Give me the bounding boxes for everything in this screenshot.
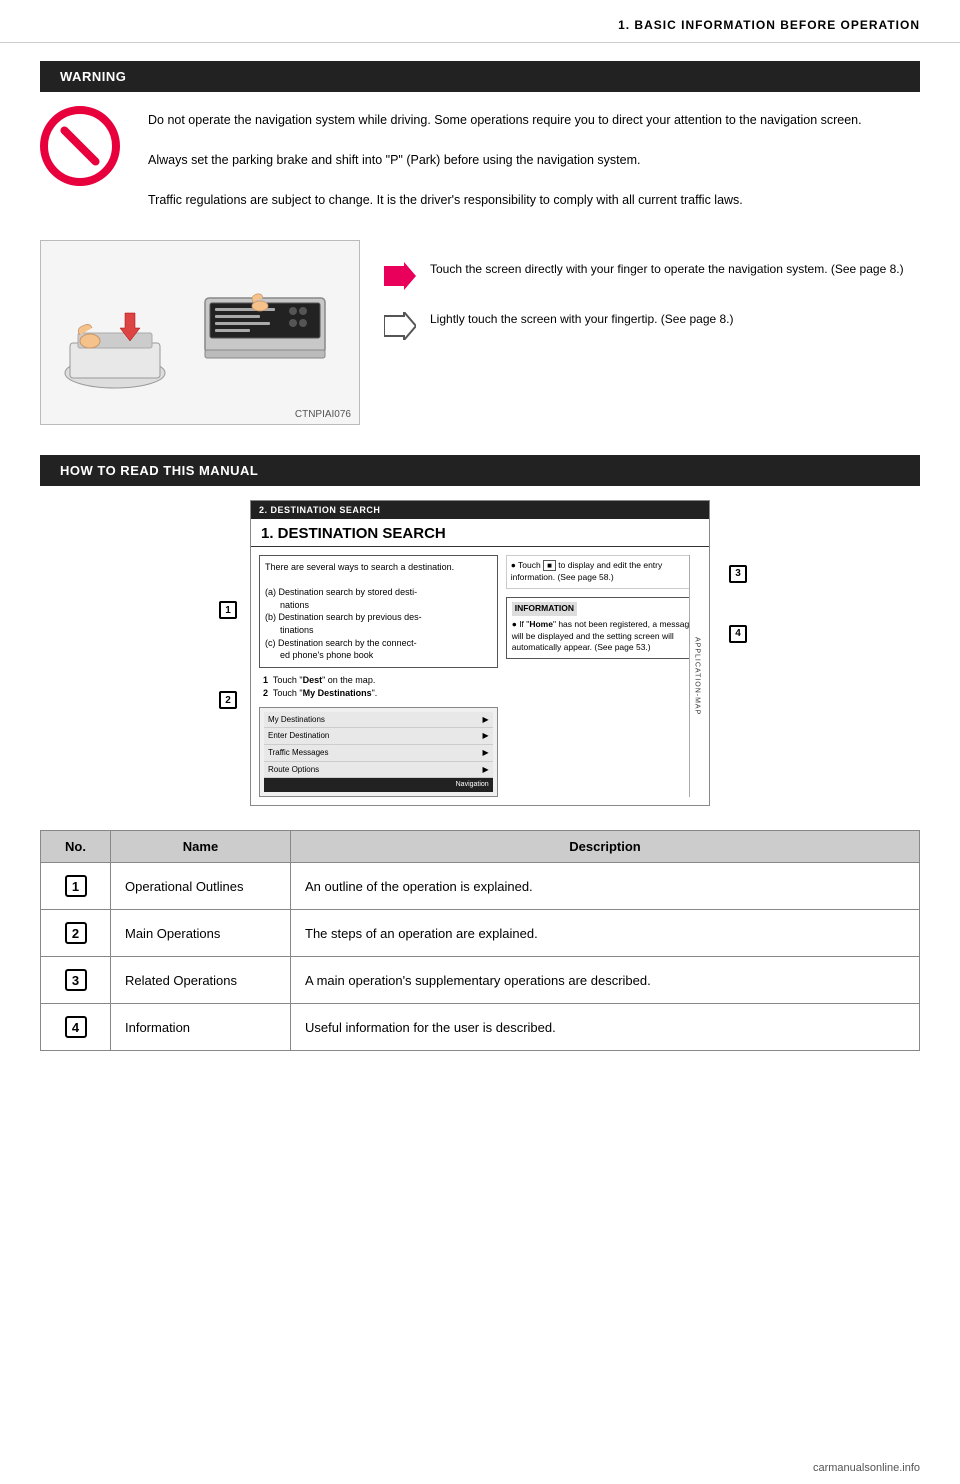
- info-box: INFORMATION ● If "Home" has not been reg…: [506, 597, 701, 660]
- info-box-header: INFORMATION: [512, 602, 577, 616]
- table-cell-name: Operational Outlines: [111, 863, 291, 910]
- nav-footer: Navigation: [264, 778, 493, 792]
- col-description: Description: [291, 831, 920, 863]
- app-map-label: APPLICATION-MAP: [689, 555, 703, 797]
- table-cell-name: Information: [111, 1004, 291, 1051]
- table-cell-no: 3: [41, 957, 111, 1004]
- filled-arrow-icon: [384, 262, 416, 290]
- table-row: 4InformationUseful information for the u…: [41, 1004, 920, 1051]
- warning-text: Do not operate the navigation system whi…: [148, 106, 920, 210]
- table-cell-no: 2: [41, 910, 111, 957]
- table-cell-description: An outline of the operation is explained…: [291, 863, 920, 910]
- table-cell-description: The steps of an operation are explained.: [291, 910, 920, 957]
- operations-table: No. Name Description 1Operational Outlin…: [40, 830, 920, 1051]
- table-area: No. Name Description 1Operational Outlin…: [40, 830, 920, 1051]
- manual-left-col: There are several ways to search a desti…: [259, 555, 498, 797]
- page-title: 1. BASIC INFORMATION BEFORE OPERATION: [618, 18, 920, 32]
- outline-arrow-icon: [384, 312, 416, 340]
- table-row: 2Main OperationsThe steps of an operatio…: [41, 910, 920, 957]
- manual-description-box: There are several ways to search a desti…: [259, 555, 498, 668]
- table-cell-no: 1: [41, 863, 111, 910]
- page-header: 1. BASIC INFORMATION BEFORE OPERATION: [0, 0, 960, 43]
- callout-2: 2: [219, 691, 237, 709]
- page-footer: carmanualsonline.info: [813, 1462, 920, 1474]
- table-row: 3Related OperationsA main operation's su…: [41, 957, 920, 1004]
- no-icon-block: [40, 106, 130, 196]
- callout-4: 4: [729, 625, 747, 643]
- table-cell-description: Useful information for the user is descr…: [291, 1004, 920, 1051]
- arrows-text-area: Touch the screen directly with your fing…: [384, 240, 920, 340]
- nav-item-my-destinations: My Destinations ▶: [264, 712, 493, 729]
- table-row: 1Operational OutlinesAn outline of the o…: [41, 863, 920, 910]
- section1-bar: WARNING: [40, 61, 920, 92]
- manual-page-title: 1. DESTINATION SEARCH: [251, 519, 709, 547]
- first-section: Do not operate the navigation system whi…: [0, 106, 960, 210]
- nav-screenshot: My Destinations ▶ Enter Destination ▶ Tr…: [259, 707, 498, 798]
- table-cell-description: A main operation's supplementary operati…: [291, 957, 920, 1004]
- col-no: No.: [41, 831, 111, 863]
- footer-url: carmanualsonline.info: [813, 1462, 920, 1474]
- table-cell-no: 4: [41, 1004, 111, 1051]
- manual-page-body: There are several ways to search a desti…: [251, 547, 709, 805]
- manual-page-screenshot: 1 2 2. DESTINATION SEARCH 1. DESTINATION…: [250, 500, 710, 806]
- filled-arrow-item: Touch the screen directly with your fing…: [384, 260, 920, 290]
- col-name: Name: [111, 831, 291, 863]
- filled-arrow-text: Touch the screen directly with your fing…: [430, 260, 904, 278]
- outline-arrow-text: Lightly touch the screen with your finge…: [430, 310, 734, 328]
- callout-3: 3: [729, 565, 747, 583]
- callout-1: 1: [219, 601, 237, 619]
- manual-page-header: 2. DESTINATION SEARCH: [251, 501, 709, 519]
- nav-item-route-options: Route Options ▶: [264, 762, 493, 779]
- manual-page-area: 1 2 2. DESTINATION SEARCH 1. DESTINATION…: [40, 500, 920, 806]
- image-label: CTNPIAI076: [295, 409, 351, 420]
- car-illustration: CTNPIAI076: [40, 240, 360, 425]
- section2-bar: HOW TO READ THIS MANUAL: [40, 455, 920, 486]
- table-cell-name: Related Operations: [111, 957, 291, 1004]
- image-arrows-area: CTNPIAI076 Touch the screen directly wit…: [0, 230, 960, 445]
- nav-item-enter-destination: Enter Destination ▶: [264, 728, 493, 745]
- table-cell-name: Main Operations: [111, 910, 291, 957]
- manual-steps: 1 Touch "Dest" on the map. 2 Touch "My D…: [259, 674, 498, 701]
- prohibited-icon: [40, 106, 120, 186]
- nav-item-traffic-messages: Traffic Messages ▶: [264, 745, 493, 762]
- manual-right-col: 3 4 ● Touch ■ to display and edit the en…: [506, 555, 701, 797]
- touch-info-box: ● Touch ■ to display and edit the entry …: [506, 555, 701, 589]
- outline-arrow-item: Lightly touch the screen with your finge…: [384, 310, 920, 340]
